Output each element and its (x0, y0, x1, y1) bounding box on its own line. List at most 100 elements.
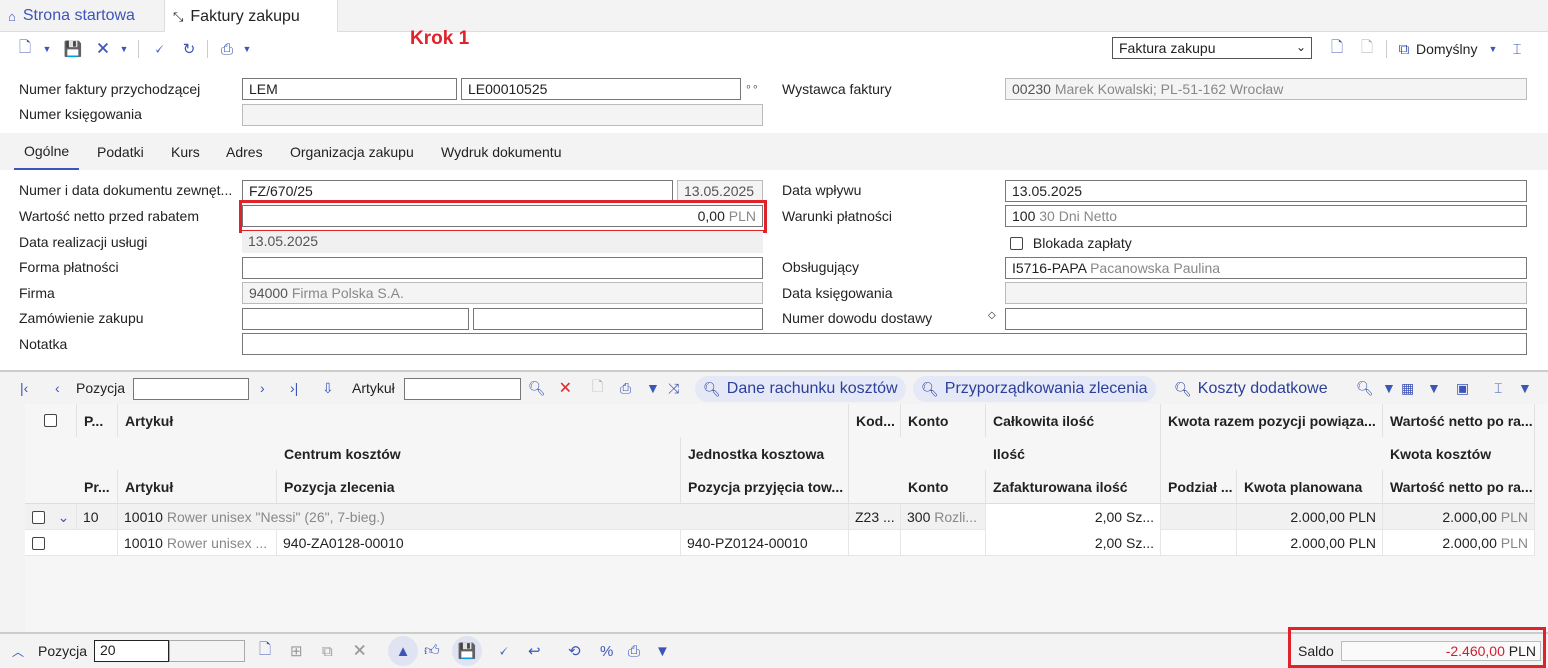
chevron-down-icon[interactable]: ⌄ (51, 504, 77, 530)
col-split[interactable]: Podział ... (1161, 470, 1237, 503)
col-order-position[interactable]: Pozycja zlecenia (277, 470, 681, 503)
col-cost-unit[interactable]: Jednostka kosztowa (681, 437, 849, 470)
checkbox[interactable] (31, 510, 45, 524)
validate-button[interactable]: 🗸 (148, 32, 170, 66)
chevron-up-icon[interactable]: ︿ (12, 634, 26, 668)
checkbox[interactable] (1010, 237, 1023, 250)
col-cost-amount[interactable]: Kwota kosztów (1383, 437, 1535, 470)
posting-number-field[interactable] (242, 104, 763, 126)
layout-button[interactable]: ⌶ (1506, 32, 1528, 66)
table-row[interactable]: 10010 Rower unisex ... 940-ZA0128-00010 … (25, 530, 1535, 556)
remove-button[interactable]: 🗙 (354, 634, 372, 668)
tab-rate[interactable]: Kurs (171, 133, 200, 170)
col-article[interactable]: Artykuł (118, 404, 849, 437)
bottom-position-input[interactable]: 20 (94, 640, 169, 662)
search-document-button[interactable]: 🗋 (1356, 32, 1378, 66)
last-item-button[interactable]: ›| (290, 372, 306, 404)
col-linked-amount[interactable]: Kwota razem pozycji powiąza... (1161, 404, 1383, 437)
row-checkbox[interactable] (25, 530, 51, 556)
delivery-proof-field[interactable] (1005, 308, 1527, 330)
col-account-2[interactable]: Konto (901, 470, 986, 503)
posting-date-field[interactable] (1005, 282, 1527, 304)
return-button[interactable]: ↩ (528, 634, 548, 668)
row-height-button[interactable]: ⌶ (1494, 372, 1510, 404)
link-icon[interactable]: ∘∘ (745, 80, 759, 93)
bottom-position-input-2[interactable] (169, 640, 245, 662)
col-quantity[interactable]: Ilość (986, 437, 1161, 470)
row-height-dropdown[interactable]: ▼ (1518, 372, 1532, 404)
grid-position-input[interactable] (133, 378, 249, 400)
delete-button[interactable]: 🗙 (92, 32, 114, 66)
validate-item-button[interactable]: 🗸 (498, 634, 516, 668)
grid-article-input[interactable] (404, 378, 521, 400)
order-assignments-button[interactable]: 🔍︎ Przyporządkowania zlecenia (913, 376, 1156, 402)
search-settings-dropdown[interactable]: ▼ (1382, 372, 1396, 404)
save-item-button[interactable]: 💾 (452, 636, 482, 666)
ext-doc-date-field[interactable]: 13.05.2025 (677, 180, 763, 202)
receipt-date-field[interactable]: 13.05.2025 (1005, 180, 1527, 202)
col-invoiced-qty[interactable]: Zafakturowana ilość (986, 470, 1161, 503)
print-dropdown-button[interactable]: ▼ (240, 32, 254, 66)
distribute-button[interactable]: ⟲ (568, 634, 588, 668)
issuer-field[interactable]: 00230 Marek Kowalski; PL-51-162 Wrocław (1005, 78, 1527, 100)
approve-button[interactable]: 👍︎ (424, 634, 444, 668)
tab-address[interactable]: Adres (226, 133, 263, 170)
bottom-print-dropdown[interactable]: ▼ (655, 634, 670, 668)
col-account[interactable]: Konto (901, 404, 986, 437)
tab-general[interactable]: Ogólne (14, 133, 80, 170)
col-pr[interactable]: Pr... (77, 470, 118, 503)
grid-delete-button[interactable]: 🗙 (560, 372, 578, 404)
net-before-discount-field[interactable]: 0,00 PLN (242, 205, 763, 227)
handler-field[interactable]: I5716-PAPA Pacanowska Paulina (1005, 257, 1527, 279)
col-net-after-discount[interactable]: Wartość netto po ra... (1383, 404, 1535, 437)
col-article-2[interactable]: Artykuł (118, 470, 277, 503)
shuffle-button[interactable]: ⤨ (668, 372, 686, 404)
new-dropdown-button[interactable]: ▼ (40, 32, 54, 66)
col-code[interactable]: Kod... (849, 404, 901, 437)
ext-doc-number-field[interactable]: FZ/670/25 (242, 180, 673, 202)
grid-print-button[interactable]: ⎙ (620, 372, 638, 404)
new-document-button[interactable]: 🗋 (14, 32, 36, 66)
row-qty[interactable]: 2,00 Sz... (986, 530, 1161, 556)
company-field[interactable]: 94000 Firma Polska S.A. (242, 282, 763, 304)
columns-button[interactable]: ▦ (1401, 372, 1421, 404)
cost-data-button[interactable]: 🔍︎ Dane rachunku kosztów (695, 376, 906, 402)
grid-search-button[interactable]: 🔍︎ (528, 372, 546, 404)
invoice-number-field[interactable]: LE00010525 (461, 78, 741, 100)
col-planned-amount[interactable]: Kwota planowana (1237, 470, 1383, 503)
refresh-button[interactable]: ↻ (178, 32, 200, 66)
col-total-qty[interactable]: Całkowita ilość (986, 404, 1161, 437)
view-dropdown-button[interactable]: ▼ (1486, 32, 1500, 66)
next-item-button[interactable]: › (260, 372, 272, 404)
extra-costs-button[interactable]: 🔍︎ Koszty dodatkowe (1166, 376, 1336, 402)
checkbox[interactable] (31, 536, 45, 550)
row-checkbox[interactable] (25, 504, 51, 530)
payment-block-checkbox[interactable]: Blokada zapłaty (1010, 235, 1132, 251)
note-field[interactable] (242, 333, 1527, 355)
purchase-order-field[interactable] (242, 308, 469, 330)
warning-button[interactable]: ▲ (388, 636, 418, 666)
delete-dropdown-button[interactable]: ▼ (117, 32, 131, 66)
save-button[interactable]: 💾 (62, 32, 84, 66)
document-type-select[interactable]: Faktura zakupu ⌄ (1112, 37, 1312, 59)
search-settings-button[interactable]: 🔍︎ (1356, 372, 1376, 404)
view-selector[interactable]: Domyślny (1416, 32, 1477, 66)
service-date-field[interactable]: 13.05.2025 (242, 231, 763, 253)
grid-print-dropdown[interactable]: ▼ (646, 372, 660, 404)
columns-dropdown[interactable]: ▼ (1427, 372, 1441, 404)
select-all-checkbox[interactable] (25, 404, 77, 437)
prev-item-button[interactable]: ‹ (55, 372, 67, 404)
copy-button[interactable]: ⧉ (322, 634, 340, 668)
download-button[interactable]: ⇩ (322, 372, 338, 404)
tab-purchase-invoices[interactable]: ⤡ Faktury zakupu (164, 0, 338, 33)
tab-document-print[interactable]: Wydruk dokumentu (441, 133, 561, 170)
table-row[interactable]: ⌄ 10 10010 Rower unisex "Nessi" (26", 7-… (25, 504, 1535, 530)
payment-terms-field[interactable]: 100 30 Dni Netto (1005, 205, 1527, 227)
invoice-prefix-field[interactable]: LEM (242, 78, 457, 100)
col-cost-center[interactable]: Centrum kosztów (277, 437, 681, 470)
new-copy-button[interactable]: 🗋 (1326, 32, 1348, 66)
print-button[interactable]: ⎙ (216, 32, 238, 66)
first-item-button[interactable]: |‹ (20, 372, 36, 404)
new-item-button[interactable]: 🗋 (259, 634, 277, 668)
col-net-after-discount-2[interactable]: Wartość netto po ra... (1383, 470, 1535, 503)
